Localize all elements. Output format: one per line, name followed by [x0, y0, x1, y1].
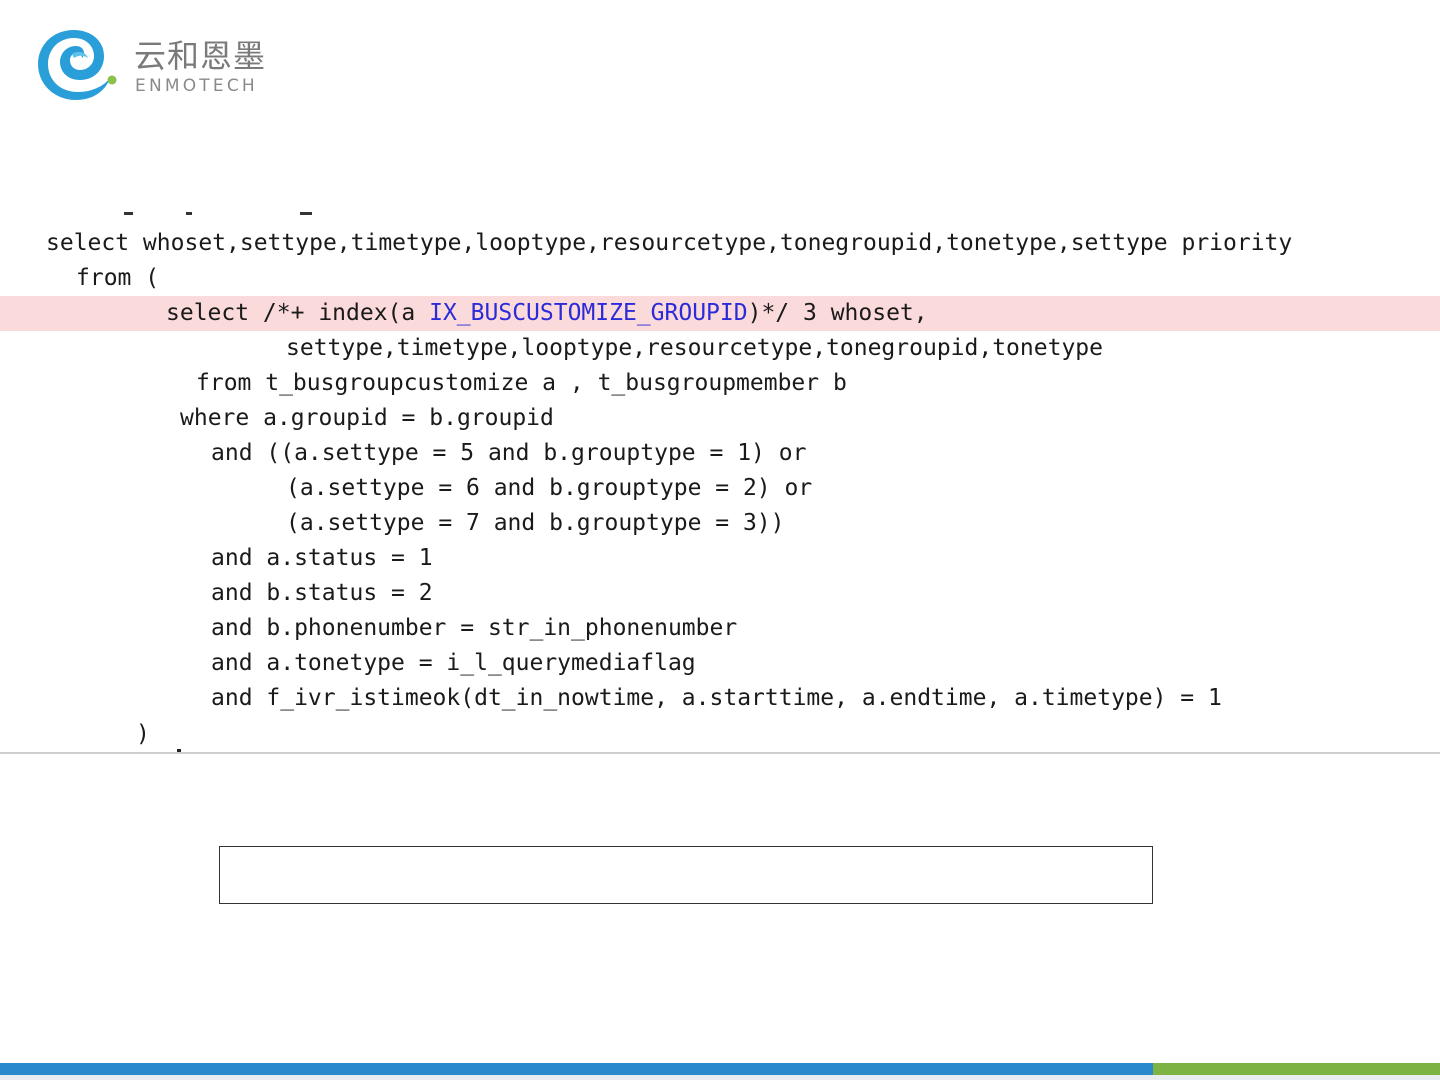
sql-code-panel: select whoset,settype,timetype,looptype,… [0, 210, 1440, 754]
logo-chinese-name: 云和恩墨 [134, 37, 267, 75]
footer-blue-segment [0, 1063, 1153, 1075]
footer-green-segment [1153, 1063, 1440, 1075]
footer-color-bar [0, 1063, 1440, 1075]
code-line-and-settype-1: and ((a.settype = 5 and b.grouptype = 1)… [211, 440, 807, 466]
hint-suffix: )*/ 3 whoset, [747, 300, 928, 326]
enmotech-logo: 云和恩墨 ENMOTECH [34, 20, 284, 110]
code-line-hint-highlighted: select /*+ index(a IX_BUSCUSTOMIZE_GROUP… [0, 296, 1440, 331]
enmotech-swirl-icon [38, 30, 117, 100]
code-line-and-a-status: and a.status = 1 [211, 545, 433, 571]
code-line-and-phonenumber: and b.phonenumber = str_in_phonenumber [211, 615, 738, 641]
code-line-select-columns: select whoset,settype,timetype,looptype,… [46, 230, 1293, 256]
logo-english-name: ENMOTECH [135, 76, 258, 96]
hint-prefix: select /*+ index(a [166, 300, 430, 326]
code-line-and-istimeok: and f_ivr_istimeok(dt_in_nowtime, a.star… [211, 685, 1222, 711]
code-line-where: where a.groupid = b.groupid [180, 405, 554, 431]
cropped-previous-line [0, 210, 1440, 222]
cropped-next-line-mark [177, 749, 181, 752]
code-line-from: from ( [76, 265, 160, 291]
code-line-and-tonetype: and a.tonetype = i_l_querymediaflag [211, 650, 696, 676]
code-line-columns: settype,timetype,looptype,resourcetype,t… [286, 335, 1103, 361]
empty-text-box[interactable] [219, 846, 1153, 904]
index-name: IX_BUSCUSTOMIZE_GROUPID [429, 300, 748, 326]
code-line-from-tables: from t_busgroupcustomize a , t_busgroupm… [196, 370, 847, 396]
code-line-close-paren: ) [136, 721, 150, 747]
footer-shade [0, 1075, 1440, 1080]
code-line-settype-2: (a.settype = 6 and b.grouptype = 2) or [286, 475, 813, 501]
code-line-settype-3: (a.settype = 7 and b.grouptype = 3)) [286, 510, 785, 536]
code-line-and-b-status: and b.status = 2 [211, 580, 433, 606]
